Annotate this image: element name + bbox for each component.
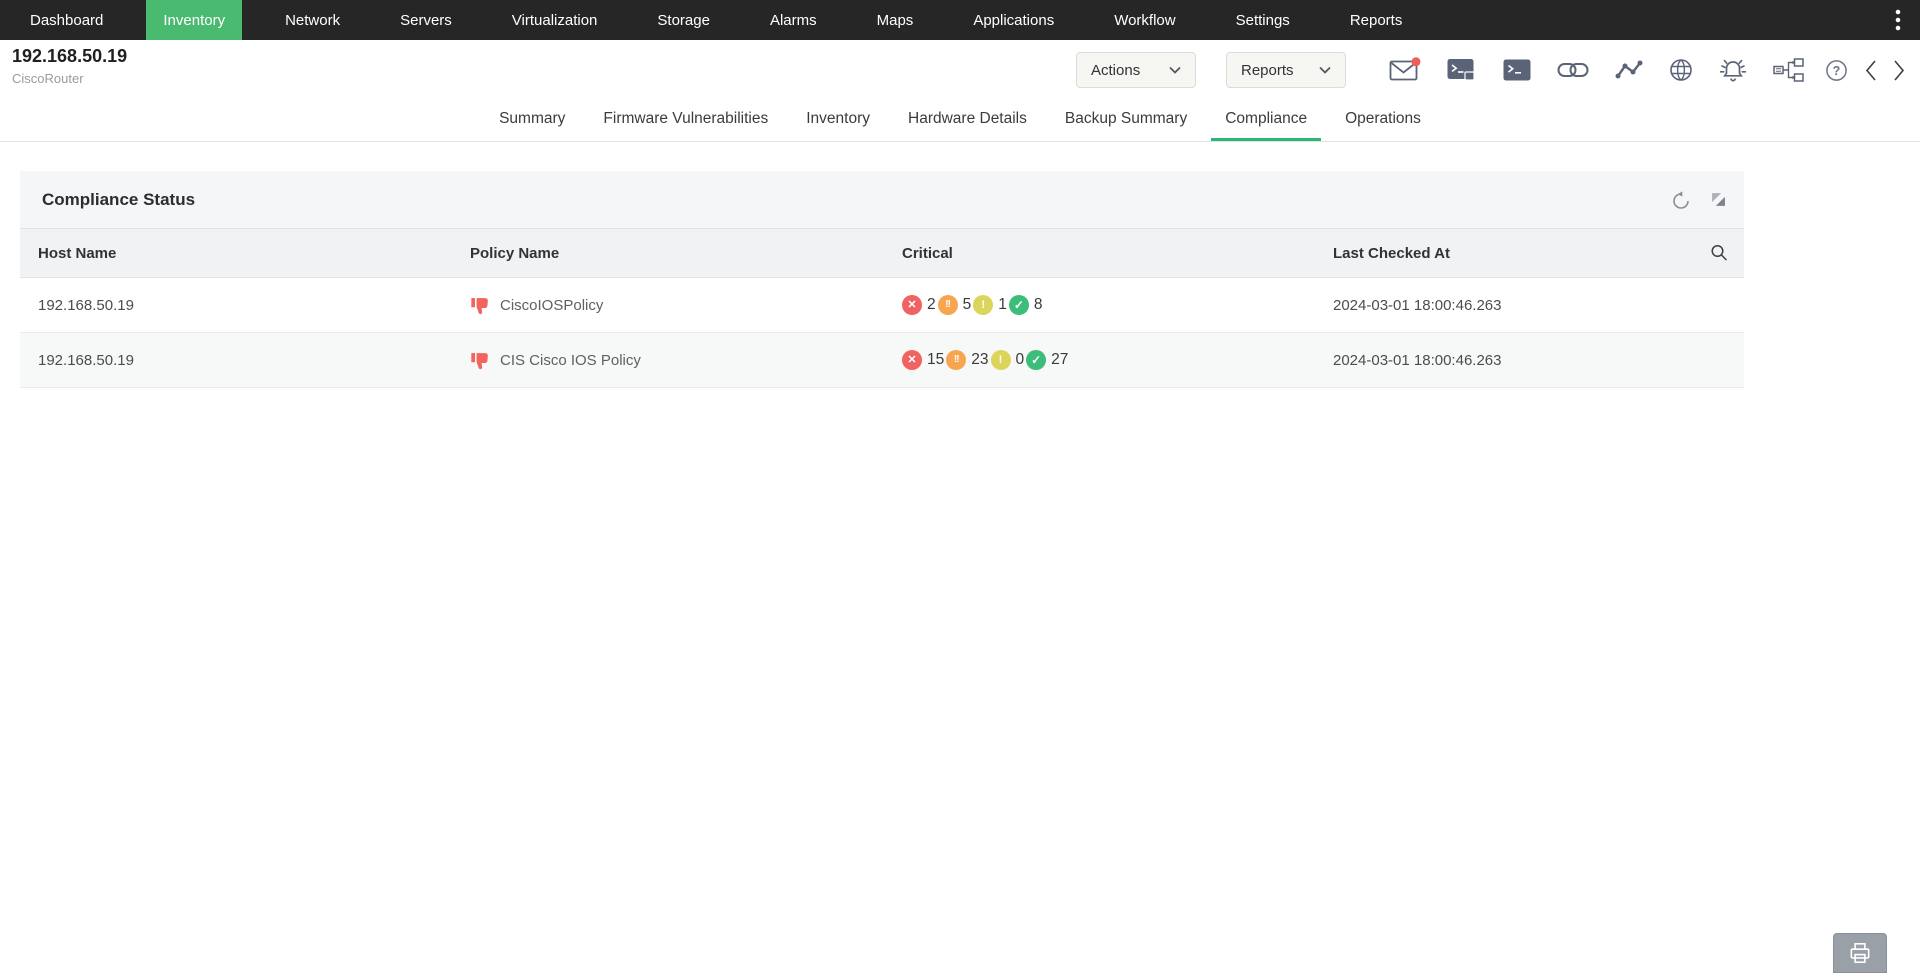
search-icon[interactable] [1710, 244, 1728, 262]
nav-item-dashboard[interactable]: Dashboard [13, 0, 120, 40]
minor-badge-icon: ! [990, 350, 1011, 370]
header-controls: Actions Reports ? [1076, 52, 1914, 88]
tab-hardware-details[interactable]: Hardware Details [894, 100, 1041, 141]
printer-icon [1847, 940, 1873, 966]
device-tabbar: Summary Firmware Vulnerabilities Invento… [0, 100, 1920, 142]
nav-item-workflow[interactable]: Workflow [1097, 0, 1192, 40]
ok-badge-icon: ✓ [1026, 350, 1047, 370]
column-header-policy-name: Policy Name [470, 244, 560, 262]
chevron-down-icon [1169, 66, 1181, 74]
secure-terminal-icon[interactable] [1447, 58, 1477, 82]
nav-item-reports[interactable]: Reports [1333, 0, 1420, 40]
tab-summary[interactable]: Summary [485, 100, 579, 141]
nav-item-maps[interactable]: Maps [860, 0, 931, 40]
link-icon[interactable] [1557, 61, 1589, 79]
major-count: 23 [971, 351, 989, 368]
chevron-down-icon [1319, 66, 1331, 74]
major-badge-icon: !! [937, 295, 958, 315]
tab-operations[interactable]: Operations [1331, 100, 1435, 141]
nav-item-virtualization[interactable]: Virtualization [495, 0, 615, 40]
host-name-cell: 192.168.50.19 [38, 351, 134, 369]
nav-item-settings[interactable]: Settings [1219, 0, 1307, 40]
compliance-table-header: Host Name Policy Name Critical Last Chec… [20, 228, 1744, 278]
tab-inventory[interactable]: Inventory [792, 100, 884, 141]
nav-item-applications[interactable]: Applications [956, 0, 1071, 40]
table-row[interactable]: 192.168.50.19 CiscoIOSPolicy ✕ 2 !! 5 ! … [20, 278, 1744, 333]
compliance-status-panel: Compliance Status Host Name Policy Name … [20, 171, 1744, 388]
major-count: 5 [962, 296, 972, 313]
tab-compliance[interactable]: Compliance [1211, 100, 1322, 141]
policy-name-label: CIS Cisco IOS Policy [500, 351, 641, 369]
line-chart-icon[interactable] [1615, 60, 1643, 80]
thumbs-down-icon [470, 295, 491, 316]
critical-cell: ✕ 2 !! 5 ! 1 ✓ 8 [902, 295, 1333, 315]
critical-cell: ✕ 15 !! 23 ! 0 ✓ 27 [902, 350, 1333, 370]
top-navbar: Dashboard Inventory Network Servers Virt… [0, 0, 1920, 40]
reports-button[interactable]: Reports [1226, 52, 1346, 88]
device-type: CiscoRouter [12, 71, 84, 86]
mail-icon[interactable] [1389, 57, 1421, 83]
workflow-diagram-icon[interactable] [1773, 58, 1804, 82]
actions-button[interactable]: Actions [1076, 52, 1196, 88]
alarm-bell-icon[interactable] [1719, 57, 1747, 83]
panel-title: Compliance Status [42, 189, 196, 209]
host-name-cell: 192.168.50.19 [38, 296, 134, 314]
tab-firmware-vulnerabilities[interactable]: Firmware Vulnerabilities [589, 100, 782, 141]
refresh-icon[interactable] [1671, 190, 1691, 210]
resize-icon[interactable] [1711, 192, 1726, 207]
policy-name-cell: CIS Cisco IOS Policy [470, 350, 902, 371]
minor-count: 0 [1015, 351, 1025, 368]
ok-count: 8 [1033, 296, 1043, 313]
error-badge-icon: ✕ [902, 350, 922, 370]
policy-name-cell: CiscoIOSPolicy [470, 295, 902, 316]
error-count: 15 [927, 351, 945, 368]
error-badge-icon: ✕ [902, 295, 922, 315]
chevron-right-icon[interactable] [1893, 59, 1906, 82]
compliance-panel-header: Compliance Status [20, 171, 1744, 228]
last-checked-cell: 2024-03-01 18:00:46.263 [1333, 296, 1502, 314]
help-icon[interactable]: ? [1825, 59, 1848, 82]
svg-text:?: ? [1833, 64, 1841, 78]
globe-icon[interactable] [1669, 58, 1693, 82]
device-ip: 192.168.50.19 [12, 46, 128, 66]
nav-item-storage[interactable]: Storage [640, 0, 727, 40]
device-header: 192.168.50.19 CiscoRouter Actions Report… [0, 40, 1920, 100]
nav-item-inventory[interactable]: Inventory [146, 0, 243, 40]
nav-item-alarms[interactable]: Alarms [753, 0, 834, 40]
print-button[interactable] [1833, 933, 1887, 973]
kebab-menu-icon[interactable] [1876, 0, 1920, 40]
nav-item-servers[interactable]: Servers [383, 0, 469, 40]
column-header-host-name: Host Name [38, 244, 117, 262]
ok-count: 27 [1051, 351, 1069, 368]
minor-badge-icon: ! [973, 295, 994, 315]
ok-badge-icon: ✓ [1008, 295, 1029, 315]
column-header-last-checked-at: Last Checked At [1333, 244, 1450, 262]
actions-button-label: Actions [1091, 61, 1141, 79]
reports-button-label: Reports [1241, 61, 1294, 79]
terminal-icon[interactable] [1503, 59, 1531, 81]
thumbs-down-icon [470, 350, 491, 371]
last-checked-cell: 2024-03-01 18:00:46.263 [1333, 351, 1502, 369]
minor-count: 1 [998, 296, 1007, 313]
error-count: 2 [927, 296, 936, 313]
policy-name-label: CiscoIOSPolicy [500, 296, 604, 314]
tab-backup-summary[interactable]: Backup Summary [1051, 100, 1201, 141]
chevron-left-icon[interactable] [1864, 59, 1877, 82]
nav-item-network[interactable]: Network [268, 0, 357, 40]
table-row[interactable]: 192.168.50.19 CIS Cisco IOS Policy ✕ 15 … [20, 333, 1744, 388]
panel-header-icons [1671, 190, 1726, 210]
column-header-critical: Critical [902, 244, 953, 262]
major-badge-icon: !! [946, 350, 967, 370]
